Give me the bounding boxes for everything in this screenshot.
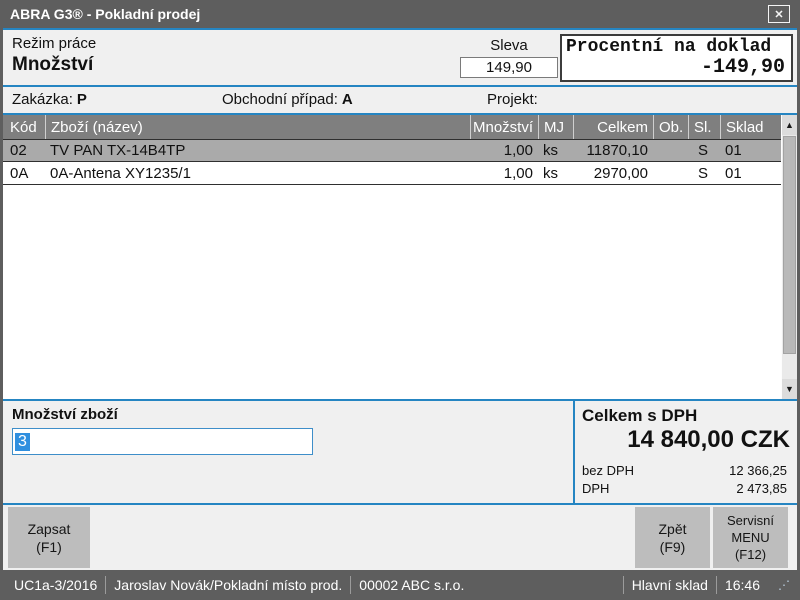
quantity-input-value: 3 (15, 433, 30, 451)
scroll-up-icon[interactable]: ▲ (782, 115, 797, 135)
row-cell-kod: 0A (3, 162, 45, 184)
row-cell-ob (653, 140, 688, 161)
row-cell-mj: ks (538, 162, 573, 184)
total-with-vat-value: 14 840,00 CZK (580, 426, 790, 454)
work-mode-value: Množství (12, 54, 93, 76)
vat-total-row: DPH 2 473,85 (582, 481, 787, 496)
table-row[interactable]: 02 TV PAN TX-14B4TP 1,00 ks 11870,10 S 0… (3, 139, 797, 162)
net-total-value: 12 366,25 (729, 463, 787, 478)
discount-amount-text: -149,90 (562, 56, 791, 79)
row-cell-nazev: TV PAN TX-14B4TP (45, 140, 470, 161)
business-case-label: Obchodní případ: (222, 91, 338, 108)
row-cell-kod: 02 (3, 140, 45, 161)
back-button[interactable]: Zpět (F9) (635, 507, 710, 568)
column-header-mnozstvi: Množství (470, 115, 538, 139)
row-cell-celkem: 2970,00 (573, 162, 653, 184)
column-header-celkem: Celkem (573, 115, 653, 139)
separator-line (3, 399, 797, 401)
row-cell-mnozstvi: 1,00 (470, 162, 538, 184)
table-header-row: Kód Zboží (název) Množství MJ Celkem Ob.… (3, 115, 797, 139)
row-cell-mj: ks (538, 140, 573, 161)
window: ABRA G3® - Pokladní prodej ✕ Režim práce… (0, 0, 800, 600)
discount-type-text: Procentní na doklad (562, 36, 791, 58)
discount-field: Sleva 149,90 (460, 37, 558, 78)
window-title: ABRA G3® - Pokladní prodej (10, 6, 200, 22)
project-label: Projekt: (487, 91, 538, 108)
resize-grip-icon[interactable]: ⋰ (768, 578, 794, 592)
row-cell-sl: S (688, 140, 720, 161)
scrollbar-thumb[interactable] (783, 136, 796, 354)
net-total-label: bez DPH (582, 463, 634, 478)
row-cell-mnozstvi: 1,00 (470, 140, 538, 161)
quantity-entry-label: Množství zboží (12, 406, 118, 423)
vertical-scrollbar[interactable]: ▲ ▼ (781, 115, 797, 399)
total-with-vat-label: Celkem s DPH (582, 406, 697, 426)
column-header-sl: Sl. (688, 115, 720, 139)
order-value: P (77, 91, 87, 108)
close-icon[interactable]: ✕ (768, 5, 790, 23)
status-user: Jaroslav Novák/Pokladní místo prod. (106, 577, 350, 593)
save-button[interactable]: Zapsat (F1) (8, 507, 90, 568)
column-header-kod: Kód (3, 115, 45, 139)
row-cell-celkem: 11870,10 (573, 140, 653, 161)
order-field: Zakázka:P (12, 91, 87, 108)
panel-divider (573, 401, 575, 503)
order-label: Zakázka: (12, 91, 73, 108)
business-case-field: Obchodní případ:A (222, 91, 353, 108)
service-menu-button[interactable]: Servisní MENU (F12) (713, 507, 788, 568)
items-table: Kód Zboží (název) Množství MJ Celkem Ob.… (3, 115, 797, 399)
status-document: UC1a-3/2016 (6, 577, 105, 593)
separator-line (3, 503, 797, 505)
table-row[interactable]: 0A 0A-Antena XY1235/1 1,00 ks 2970,00 S … (3, 162, 797, 185)
discount-value: 149,90 (460, 57, 558, 78)
quantity-input[interactable]: 3 (12, 428, 313, 455)
column-header-nazev: Zboží (název) (45, 115, 470, 139)
discount-summary-box: Procentní na doklad -149,90 (560, 34, 793, 82)
row-cell-sl: S (688, 162, 720, 184)
separator-line (3, 28, 797, 30)
column-header-mj: MJ (538, 115, 573, 139)
row-cell-ob (653, 162, 688, 184)
separator-line (3, 85, 797, 87)
net-total-row: bez DPH 12 366,25 (582, 463, 787, 478)
scroll-down-icon[interactable]: ▼ (782, 379, 797, 399)
work-mode-label: Režim práce (12, 35, 96, 52)
status-warehouse: Hlavní sklad (624, 577, 716, 593)
column-header-ob: Ob. (653, 115, 688, 139)
status-company: 00002 ABC s.r.o. (351, 577, 472, 593)
vat-total-value: 2 473,85 (736, 481, 787, 496)
project-field: Projekt: (487, 91, 538, 108)
discount-label: Sleva (460, 37, 558, 54)
status-time: 16:46 (717, 577, 768, 593)
vat-total-label: DPH (582, 481, 609, 496)
row-cell-nazev: 0A-Antena XY1235/1 (45, 162, 470, 184)
business-case-value: A (342, 91, 353, 108)
status-bar: UC1a-3/2016 Jaroslav Novák/Pokladní míst… (0, 570, 800, 600)
title-bar: ABRA G3® - Pokladní prodej ✕ (0, 0, 800, 28)
